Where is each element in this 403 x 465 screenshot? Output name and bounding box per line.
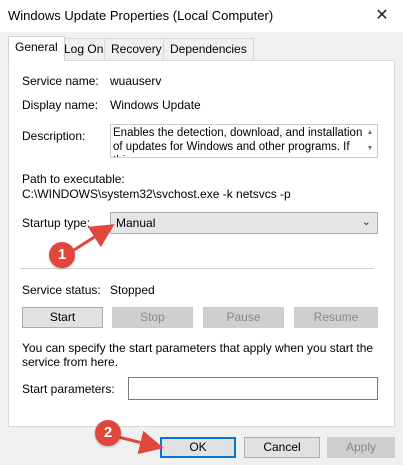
- description-text: Enables the detection, download, and ins…: [113, 127, 363, 157]
- startup-type-value: Manual: [116, 216, 156, 230]
- startup-type-label: Startup type:: [22, 216, 91, 230]
- scroll-up-icon[interactable]: ▲: [363, 125, 377, 141]
- display-name-value: Windows Update: [110, 98, 201, 112]
- start-parameters-label: Start parameters:: [22, 382, 115, 396]
- scroll-down-icon[interactable]: ▼: [363, 141, 377, 157]
- display-name-label: Display name:: [22, 98, 99, 112]
- resume-button[interactable]: Resume: [294, 307, 378, 328]
- apply-button[interactable]: Apply: [327, 437, 395, 458]
- description-scrollbar[interactable]: ▲ ▼: [363, 125, 377, 157]
- pause-button[interactable]: Pause: [203, 307, 284, 328]
- cancel-button[interactable]: Cancel: [244, 437, 320, 458]
- stop-button[interactable]: Stop: [112, 307, 193, 328]
- path-label: Path to executable:: [22, 172, 125, 186]
- service-name-label: Service name:: [22, 74, 99, 88]
- service-status-value: Stopped: [110, 283, 155, 297]
- service-name-value: wuauserv: [110, 74, 162, 88]
- ok-button[interactable]: OK: [160, 437, 236, 458]
- path-value: C:\WINDOWS\system32\svchost.exe -k netsv…: [22, 187, 291, 201]
- service-status-label: Service status:: [22, 283, 101, 297]
- step-marker-1: 1: [49, 242, 75, 268]
- step-marker-2: 2: [95, 420, 121, 446]
- divider: [20, 268, 374, 269]
- description-label: Description:: [22, 129, 86, 143]
- start-parameters-input[interactable]: [128, 377, 378, 400]
- start-parameters-info: You can specify the start parameters tha…: [22, 341, 374, 369]
- description-textbox[interactable]: Enables the detection, download, and ins…: [110, 124, 378, 158]
- startup-type-select[interactable]: Manual ⌄: [110, 212, 378, 234]
- chevron-down-icon: ⌄: [361, 216, 371, 228]
- start-button[interactable]: Start: [22, 307, 103, 328]
